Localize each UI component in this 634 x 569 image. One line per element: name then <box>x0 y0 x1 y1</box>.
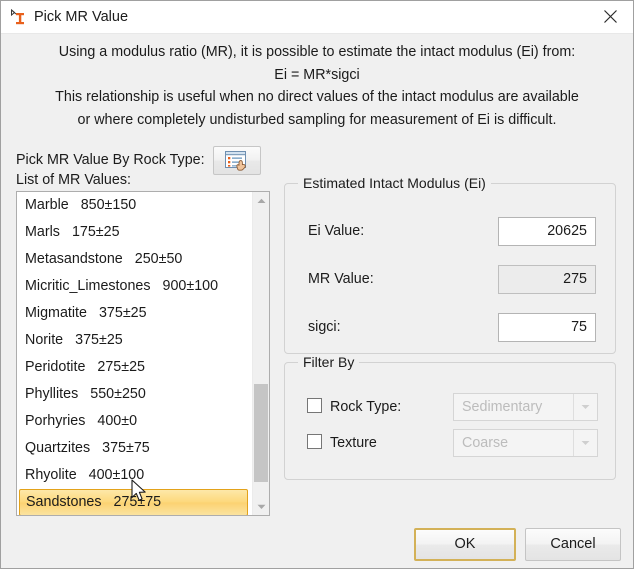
filter-rock-type-row: Rock Type: Sedimentary <box>285 393 615 421</box>
texture-combo-value: Coarse <box>462 435 509 451</box>
ok-button[interactable]: OK <box>414 528 516 561</box>
ei-value-label: Ei Value: <box>308 223 365 239</box>
list-item-value: 400±100 <box>88 467 145 483</box>
mr-value-row: MR Value: 275 <box>285 265 615 294</box>
texture-label: Texture <box>330 435 377 451</box>
mr-value-input: 275 <box>498 265 596 294</box>
close-button[interactable] <box>587 1 633 32</box>
chevron-down-icon <box>573 394 597 420</box>
list-item-name: Peridotite <box>25 359 86 375</box>
list-item-value: 275±75 <box>113 494 162 510</box>
list-pick-icon <box>224 150 246 171</box>
list-item-value: 175±25 <box>71 224 120 240</box>
listbox-scrollbar[interactable] <box>252 192 269 515</box>
filter-by-group: Filter By Rock Type: Sedimentary Texture… <box>284 354 616 480</box>
list-item-name: Marls <box>25 224 60 240</box>
list-item[interactable]: Rhyolite 400±100 <box>17 462 252 489</box>
rock-type-checkbox[interactable] <box>307 398 322 413</box>
description-line-4: or where completely undisturbed sampling… <box>77 111 557 128</box>
list-item[interactable]: Porhyries 400±0 <box>17 408 252 435</box>
scroll-down-arrow-icon[interactable] <box>253 498 269 515</box>
list-item-value: 400±0 <box>97 413 138 429</box>
list-item-name: Marble <box>25 197 69 213</box>
texture-combo[interactable]: Coarse <box>453 429 598 457</box>
description-text: Using a modulus ratio (MR), it is possib… <box>1 41 633 131</box>
sigci-row: sigci: 75 <box>285 313 615 342</box>
list-item-value: 375±25 <box>98 305 147 321</box>
list-item[interactable]: Migmatite 375±25 <box>17 300 252 327</box>
list-item-value: 550±250 <box>90 386 146 402</box>
title-bar: Pick MR Value <box>1 1 633 34</box>
window-title: Pick MR Value <box>34 9 129 25</box>
description-line-2: Ei = MR*sigci <box>274 66 360 83</box>
estimated-intact-modulus-title: Estimated Intact Modulus (Ei) <box>298 175 491 191</box>
close-icon <box>603 10 617 23</box>
list-of-mr-values-label: List of MR Values: <box>16 172 131 188</box>
list-item[interactable]: Norite 375±25 <box>17 327 252 354</box>
list-item-name: Rhyolite <box>25 467 77 483</box>
pick-by-rock-type-label: Pick MR Value By Rock Type: <box>16 152 205 168</box>
description-line-3: This relationship is useful when no dire… <box>55 89 579 105</box>
list-item-name: Sandstones <box>26 494 102 510</box>
texture-checkbox[interactable] <box>307 434 322 449</box>
list-item[interactable]: Peridotite 275±25 <box>17 354 252 381</box>
mr-value-label: MR Value: <box>308 271 374 287</box>
filter-texture-row: Texture Coarse <box>285 429 615 457</box>
pick-by-rock-type-row: Pick MR Value By Rock Type: <box>16 145 261 175</box>
list-item-value: 250±50 <box>134 251 183 267</box>
pick-mr-value-dialog: Pick MR Value Using a modulus ratio (MR)… <box>0 0 634 569</box>
estimated-intact-modulus-group: Estimated Intact Modulus (Ei) Ei Value: … <box>284 175 616 354</box>
ei-value-row: Ei Value: 20625 <box>285 217 615 246</box>
sigci-input[interactable]: 75 <box>498 313 596 342</box>
list-item-value: 275±25 <box>97 359 146 375</box>
list-item[interactable]: Marble 850±150 <box>17 192 252 219</box>
list-item[interactable]: Marls 175±25 <box>17 219 252 246</box>
rock-type-label: Rock Type: <box>330 399 402 415</box>
scrollbar-thumb[interactable] <box>254 384 268 482</box>
rock-type-combo-value: Sedimentary <box>462 399 543 415</box>
list-item-name: Phyllites <box>25 386 79 402</box>
list-item-value: 900±100 <box>162 278 219 294</box>
mr-values-list: Marble 850±150 Marls 175±25 Metasandstone 250… <box>17 192 252 515</box>
cancel-button[interactable]: Cancel <box>525 528 621 561</box>
list-item-value: 375±75 <box>102 440 150 456</box>
list-item[interactable]: Micritic_Limestones 900±100 <box>17 273 252 300</box>
list-item[interactable]: Quartzites 375±75 <box>17 435 252 462</box>
sigci-label: sigci: <box>308 319 341 335</box>
pick-by-rock-type-button[interactable] <box>212 145 261 175</box>
list-item-value: 850±150 <box>80 197 137 213</box>
list-item-value: 375±25 <box>75 332 123 348</box>
list-item-name: Migmatite <box>25 305 87 321</box>
filter-by-title: Filter By <box>298 354 360 370</box>
list-item-name: Norite <box>25 332 64 348</box>
list-item-name: Quartzites <box>25 440 91 456</box>
i-beam-cursor-icon <box>10 8 29 27</box>
description-line-1: Using a modulus ratio (MR), it is possib… <box>58 44 576 60</box>
list-item[interactable]: Sandstones 275±75 <box>19 489 248 515</box>
list-item-name: Metasandstone <box>25 251 123 267</box>
list-item-name: Porhyries <box>25 413 86 429</box>
mr-values-listbox[interactable]: Marble 850±150 Marls 175±25 Metasandstone 250… <box>16 191 270 516</box>
chevron-down-icon <box>573 430 597 456</box>
list-item[interactable]: Phyllites 550±250 <box>17 381 252 408</box>
list-item-name: Micritic_Limestones <box>25 278 151 294</box>
rock-type-combo[interactable]: Sedimentary <box>453 393 598 421</box>
scroll-up-arrow-icon[interactable] <box>253 192 269 209</box>
list-item[interactable]: Metasandstone 250±50 <box>17 246 252 273</box>
ei-value-input[interactable]: 20625 <box>498 217 596 246</box>
